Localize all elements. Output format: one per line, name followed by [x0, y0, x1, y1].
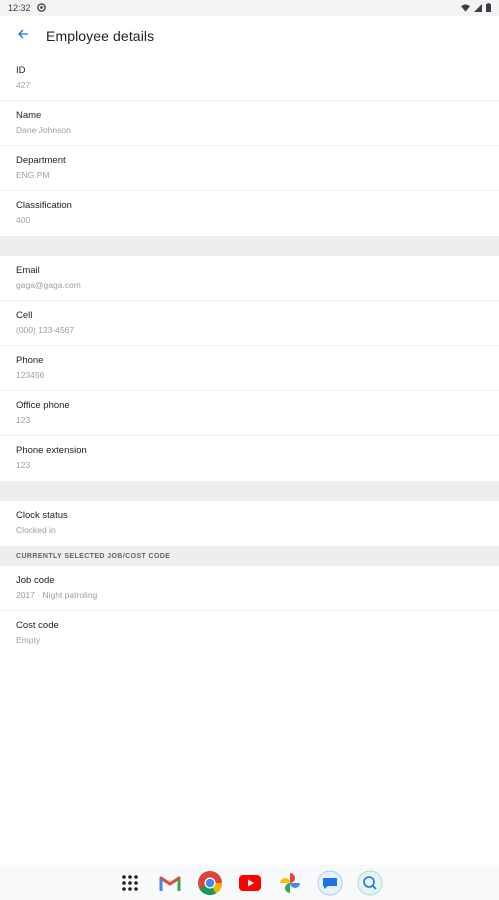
list-item-cell[interactable]: Cell (000) 123-4567 [0, 301, 499, 346]
item-label: ID [16, 65, 26, 76]
item-label: Phone [16, 355, 44, 366]
cell-signal-icon [474, 0, 482, 17]
wifi-icon [461, 0, 470, 17]
item-value: gaga@gaga.com [16, 280, 81, 290]
item-label: Clock status [16, 510, 68, 521]
list-item-email[interactable]: Email gaga@gaga.com [0, 256, 499, 301]
list-item-phone-extension[interactable]: Phone extension 123 [0, 436, 499, 481]
list-item-clock-status[interactable]: Clock status Clocked in [0, 501, 499, 546]
back-button[interactable] [0, 16, 46, 56]
section-divider [0, 236, 499, 256]
battery-icon [486, 0, 491, 17]
list-item-job-code[interactable]: Job code 2017 · Night patroling [0, 566, 499, 611]
item-value: (000) 123-4567 [16, 325, 75, 335]
item-value: 123 [16, 460, 31, 470]
list-item-office-phone[interactable]: Office phone 123 [0, 391, 499, 436]
item-label: Office phone [16, 400, 70, 411]
item-value: 427 [16, 80, 31, 90]
item-value: Clocked in [16, 525, 56, 535]
app-bar: Employee details [0, 16, 499, 56]
chrome-icon[interactable] [196, 869, 224, 897]
photos-icon[interactable] [276, 869, 304, 897]
item-label: Cell [16, 310, 33, 321]
assistant-icon[interactable] [356, 869, 384, 897]
item-value: Dane Johnson [16, 125, 71, 135]
app-drawer-icon[interactable] [116, 869, 144, 897]
notification-icon [36, 2, 46, 14]
item-value: Empty [16, 635, 41, 645]
item-value: ENG.PM [16, 170, 50, 180]
messages-icon[interactable] [316, 869, 344, 897]
item-label: Name [16, 110, 42, 121]
list-item-department[interactable]: Department ENG.PM [0, 146, 499, 191]
basic-info-group: ID 427 Name Dane Johnson Department ENG.… [0, 56, 499, 236]
item-label: Cost code [16, 620, 59, 631]
youtube-icon[interactable] [236, 869, 264, 897]
item-value: 2017 · Night patroling [16, 590, 98, 600]
item-label: Department [16, 155, 66, 166]
item-value: 400 [16, 215, 31, 225]
section-divider [0, 481, 499, 501]
item-label: Phone extension [16, 445, 87, 456]
item-value: 123 [16, 415, 31, 425]
list-item-classification[interactable]: Classification 400 [0, 191, 499, 236]
item-value: 123456 [16, 370, 45, 380]
list-item-id[interactable]: ID 427 [0, 56, 499, 101]
arrow-back-icon [17, 27, 29, 45]
contact-info-group: Email gaga@gaga.com Cell (000) 123-4567 … [0, 256, 499, 481]
list-item-phone[interactable]: Phone 123456 [0, 346, 499, 391]
item-label: Classification [16, 200, 72, 211]
status-time: 12:32 [8, 3, 31, 13]
item-label: Email [16, 265, 40, 276]
status-bar: 12:32 [0, 0, 499, 16]
job-cost-group: Job code 2017 · Night patroling Cost cod… [0, 566, 499, 656]
page-title: Employee details [46, 28, 155, 44]
app-dock [0, 865, 499, 900]
gmail-icon[interactable] [156, 869, 184, 897]
section-header: CURRENTLY SELECTED JOB/COST CODE [0, 546, 499, 566]
item-label: Job code [16, 575, 55, 586]
list-item-cost-code[interactable]: Cost code Empty [0, 611, 499, 656]
list-item-name[interactable]: Name Dane Johnson [0, 101, 499, 146]
details-list: ID 427 Name Dane Johnson Department ENG.… [0, 56, 499, 656]
